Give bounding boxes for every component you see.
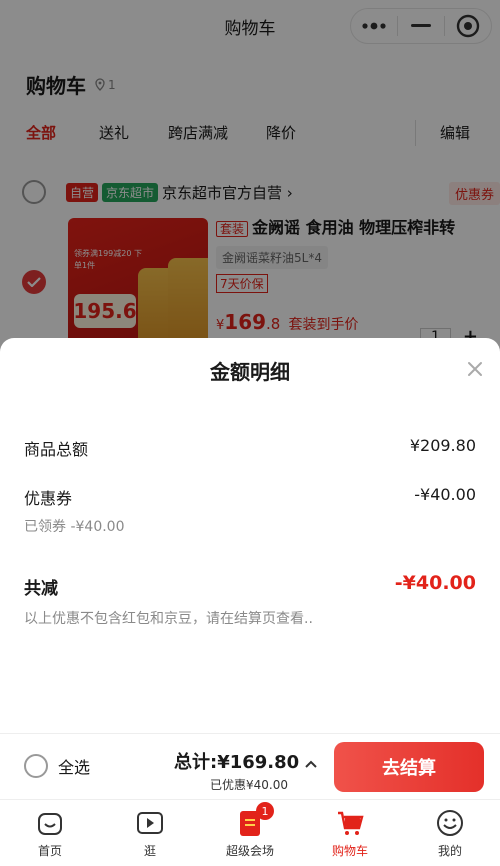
- bottom-tab-bar: 首页 逛 1 超级会场 购物车 我的: [0, 799, 500, 866]
- tabbar-item-home[interactable]: 首页: [0, 808, 100, 859]
- tabbar-item-venue[interactable]: 1 超级会场: [200, 802, 300, 859]
- close-button[interactable]: [464, 358, 486, 380]
- saved-amount: 已优惠¥40.00: [210, 778, 288, 792]
- tabbar-item-profile[interactable]: 我的: [400, 808, 500, 859]
- sheet-title: 金额明细: [210, 360, 290, 384]
- video-icon: [137, 812, 163, 834]
- tabbar-label: 购物车: [331, 844, 368, 858]
- chevron-up-icon[interactable]: [303, 756, 319, 772]
- profile-icon: [437, 810, 463, 836]
- coupon-label: 优惠券: [24, 489, 73, 508]
- settlement-bar: 全选 总计:¥169.80 已优惠¥40.00 去结算: [0, 733, 500, 799]
- select-all-label: 全选: [58, 758, 91, 777]
- tabbar-label: 逛: [143, 844, 156, 858]
- coupon-note: 已领券 -¥40.00: [24, 519, 125, 535]
- total-discount-value: -¥40.00: [394, 572, 476, 594]
- total-price: 总计:¥169.80: [174, 752, 300, 773]
- select-all-toggle[interactable]: 全选: [24, 754, 90, 778]
- checkout-button[interactable]: 去结算: [334, 742, 484, 792]
- cart-icon: [338, 811, 364, 835]
- tabbar-item-cart[interactable]: 购物车: [300, 808, 400, 859]
- total-discount-label: 共减: [24, 579, 58, 599]
- tabbar-item-browse[interactable]: 逛: [100, 808, 200, 859]
- select-all-radio[interactable]: [24, 754, 48, 778]
- goods-total-value: ¥209.80: [409, 436, 476, 455]
- home-icon: [38, 813, 62, 835]
- tabbar-label: 我的: [437, 844, 462, 858]
- tabbar-label: 超级会场: [225, 844, 274, 858]
- goods-total-label: 商品总额: [24, 440, 89, 459]
- venue-badge: 1: [256, 802, 274, 820]
- tabbar-label: 首页: [37, 844, 62, 858]
- close-icon: [468, 362, 482, 376]
- coupon-value: -¥40.00: [414, 485, 476, 504]
- discount-disclaimer: 以上优惠不包含红包和京豆，请在结算页查看..: [24, 611, 313, 627]
